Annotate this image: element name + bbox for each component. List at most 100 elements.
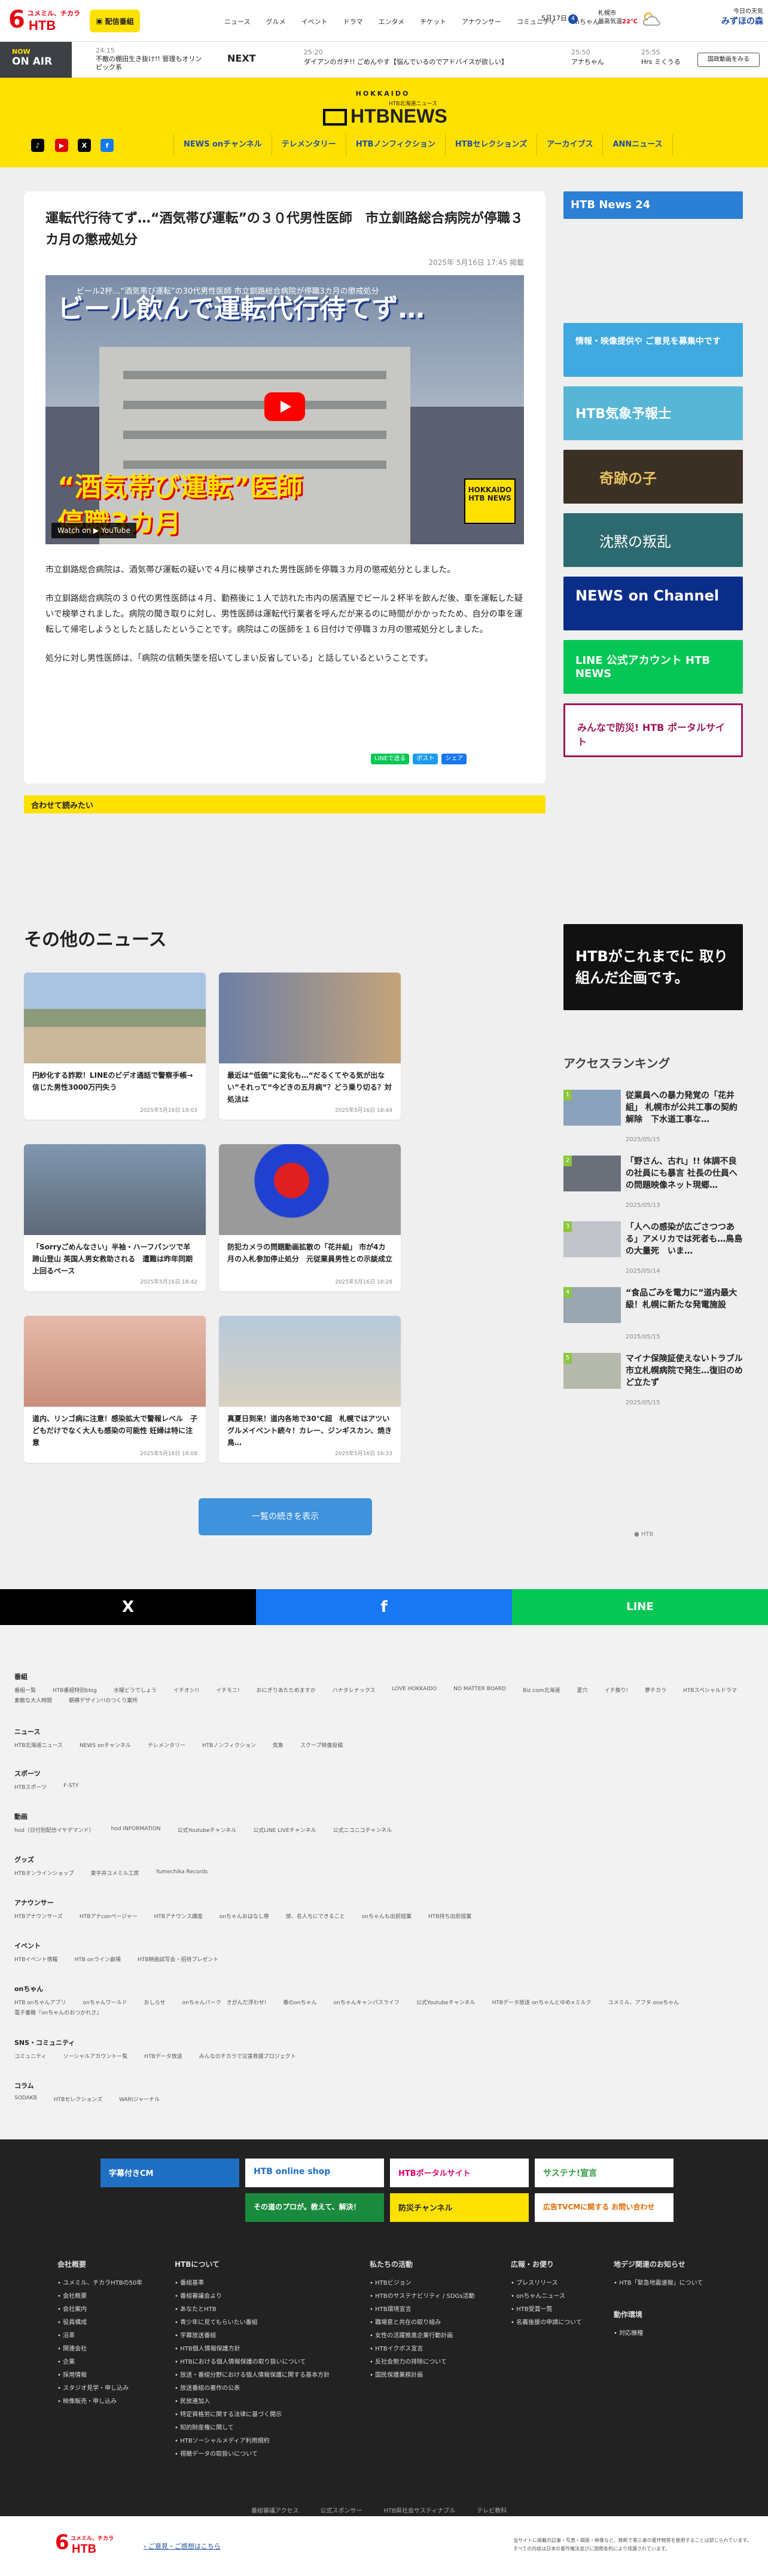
footer-link[interactable]: HTBスポーツ	[14, 1783, 47, 1791]
footer-link[interactable]: 朝横デザイン!!のつくり案所	[69, 1696, 138, 1704]
footer-link[interactable]: みんなのチカラで災害救援プロジェクト	[199, 2052, 296, 2060]
next-program[interactable]: 25:50 アナちゃん	[571, 48, 625, 67]
footer-link[interactable]: NEWS onチャンネル	[80, 1741, 131, 1749]
footer-link[interactable]: ハナタレナックス	[333, 1686, 376, 1694]
footer-link[interactable]: onちゃんおはなし祭	[220, 1912, 269, 1920]
footer-col-link[interactable]: • 役員構成	[57, 2316, 142, 2330]
news-card[interactable]: 「Sorryごめんなさい」半袖・ハーフパンツで羊蹄山登山 英国人男女救助される …	[24, 1144, 206, 1291]
footer-col-link[interactable]: • 職場意と共在の取り組み	[370, 2316, 475, 2330]
footer-link[interactable]: テレメンタリー	[148, 1741, 185, 1749]
footer-col-link[interactable]: • 対応機種	[614, 2327, 643, 2340]
footer-link[interactable]: LOVE HOKKAIDO	[392, 1686, 437, 1694]
footer-link[interactable]: NO MATTER BOARD	[453, 1686, 506, 1694]
facebook-share-button[interactable]: シェア	[441, 754, 467, 764]
footer-link[interactable]: HTBアナウンサーズ	[14, 1912, 63, 1920]
footer-link[interactable]: HTB番組特別blog	[53, 1686, 97, 1694]
nav-selections[interactable]: HTBセレクションズ	[444, 134, 537, 156]
footer-link[interactable]: 夏穴	[577, 1686, 587, 1694]
footer-link[interactable]: HTB持ち出前授業	[428, 1912, 471, 1920]
topnav-item[interactable]: ドラマ	[343, 17, 362, 26]
footer-col-link[interactable]: • 名義後援の申請について	[511, 2316, 582, 2330]
footer-col-link[interactable]: • ユメミル、チカラHTBの50年	[57, 2277, 142, 2290]
footer-col-link[interactable]: • 会社概要	[57, 2290, 142, 2303]
footer-link[interactable]: HTB onライン劇場	[74, 1955, 121, 1963]
topnav-item[interactable]: エンタメ	[378, 17, 404, 26]
footer-link[interactable]: ソーシャルアカウント一覧	[63, 2052, 127, 2060]
footer-col-link[interactable]: • 視聴データの取扱いについて	[175, 2448, 330, 2461]
footer-link[interactable]: Biz.com北海道	[523, 1686, 560, 1694]
footer-col-link[interactable]: • 青少年に見てもらいたい番組	[175, 2316, 330, 2330]
ranking-item[interactable]: 2 「野さん、古れ」!! 体調不良の社員にも暴言 社長の仕員への問題映像ネット現…	[563, 1156, 743, 1215]
newsonchannel-banner[interactable]: NEWS on Channel	[563, 577, 743, 630]
news-card[interactable]: 防犯カメラの問題動画拡散の「花井組」 市が4カ月の入札参加停止処分 元従業員男性…	[219, 1144, 401, 1291]
nav-nonfiction[interactable]: HTBノンフィクション	[345, 134, 445, 156]
footer-link[interactable]: HTBアナconページャー	[80, 1912, 138, 1920]
contact-link[interactable]: › ご意見・ご感想はこちら	[144, 2541, 221, 2551]
footer-link[interactable]: HTB北海道ニュース	[14, 1741, 63, 1749]
footer-link[interactable]: 水曜どうでしょう	[114, 1686, 157, 1694]
footer-link[interactable]: 公式LINE LIVEチャンネル	[253, 1826, 316, 1834]
sponsor-block[interactable]: 今日の天気 みずほの森	[685, 6, 763, 36]
chinmoku-banner[interactable]: 沈黙の叛乱	[563, 513, 743, 567]
next-program[interactable]: 25:20 ダイアンのガチ!! ごめんやす【悩んでいるのでアドバイスが欲しい】	[304, 48, 543, 67]
footer-col-link[interactable]: • HTBイクボス宣言	[370, 2343, 475, 2356]
footer-link[interactable]: ユメミル、アフタ oneちゃん	[608, 1998, 679, 2006]
line-share-button[interactable]: LINEで送る	[371, 754, 410, 764]
footer-link[interactable]: SODAKB	[14, 2095, 37, 2103]
bousai-banner[interactable]: みんなで防災! HTB ポータルサイト	[563, 703, 743, 757]
footer-col-link[interactable]: • スタジオ見学・申し込み	[57, 2382, 142, 2395]
play-icon[interactable]	[264, 392, 305, 421]
footer-link[interactable]: 番組一覧	[14, 1686, 36, 1694]
footer-col-link[interactable]: • HTB個人情報保護方針	[175, 2343, 330, 2356]
footer-col-link[interactable]: • 映像販売・申し込み	[57, 2395, 142, 2409]
htb-footer-logo[interactable]: 6 ユメミル、チカラ HTB	[55, 2531, 133, 2560]
footer-col-link[interactable]: • 企業	[57, 2356, 142, 2369]
news-card[interactable]: 円紗化する詐欺！LINEのビデオ通話で警察手帳→信じた男性3000万円失う 20…	[24, 973, 206, 1120]
footer-link[interactable]: HTBデータ放送	[144, 2052, 182, 2060]
nav-telementary[interactable]: テレメンタリー	[271, 134, 346, 156]
footer-link[interactable]: おにぎりあたためますか	[257, 1686, 316, 1694]
footer-banner[interactable]: HTB online shop	[245, 2159, 384, 2187]
facebook-share-button[interactable]: f	[256, 1589, 512, 1625]
kiseki-banner[interactable]: 奇跡の子	[563, 450, 743, 504]
line-banner[interactable]: LINE 公式アカウント HTB NEWS	[563, 640, 743, 694]
footer-col-link[interactable]: • 女性の活躍推進企業行動計画	[370, 2330, 475, 2343]
footer-link[interactable]: HTBデータ放送 onちゃんとゆめ×ミルク	[492, 1998, 592, 2006]
video-player[interactable]: ビール2杯…“酒気帯び運転”の30代男性医師 市立釧路総合病院が停職3カ月の懲戒…	[45, 275, 524, 544]
footer-link[interactable]: 旅、名人ちにできること	[286, 1912, 345, 1920]
footer-col-link[interactable]: • HTBビジョン	[370, 2277, 475, 2290]
footer-col-link[interactable]: • 国民保護業務計画	[370, 2369, 475, 2382]
nav-archives[interactable]: アーカイブス	[537, 134, 602, 156]
footer-col-link[interactable]: • 関連会社	[57, 2343, 142, 2356]
topnav-item[interactable]: ニュース	[224, 17, 250, 26]
footer-col-link[interactable]: • 放送番組の著作の公表	[175, 2382, 330, 2395]
show-more-button[interactable]: 一覧の続きを表示	[199, 1498, 372, 1535]
footer-col-link[interactable]: • あなたとHTB	[175, 2303, 330, 2316]
footer-link[interactable]: 公式Youtubeチャンネル	[178, 1826, 237, 1834]
footer-link[interactable]: 東平井ユメミル工房	[90, 1869, 139, 1877]
ranking-item[interactable]: 5 マイナ保険証使えないトラブル 市立札幌病院で発生…復旧のめど立たず 2025…	[563, 1353, 751, 1413]
footer-link[interactable]: hod（日付別配信イヤデマンド）	[14, 1826, 95, 1834]
weather-banner[interactable]: HTB気象予報士	[563, 386, 743, 440]
footer-link[interactable]: F-STY	[63, 1783, 78, 1791]
footer-col-link[interactable]: • 知的財産権に関して	[175, 2422, 330, 2435]
ranking-item[interactable]: 3 「人への感染が広ごさつつある」アメリカでは死者も…鳥島の大量死 いま… 20…	[563, 1221, 743, 1281]
nav-ann-news[interactable]: ANNニュース	[602, 134, 673, 156]
footer-link[interactable]: hod INFORMATION	[111, 1826, 161, 1834]
footer-col-link[interactable]: • 反社会勢力の排除について	[370, 2356, 475, 2369]
footer-col-link[interactable]: • HTBのサステナビリティ / SDGs活動	[370, 2290, 475, 2303]
footer-col-link[interactable]: • 会社案内	[57, 2303, 142, 2316]
footer-col-link[interactable]: • HTBにおける個人情報保護の取り扱いについて	[175, 2356, 330, 2369]
footer-col-link[interactable]: • 採用情報	[57, 2369, 142, 2382]
footer-link[interactable]: onちゃんも出前授業	[362, 1912, 412, 1920]
footer-link[interactable]: 夢チカラ	[645, 1686, 666, 1694]
footer-link[interactable]: Yumechika Records	[156, 1869, 208, 1877]
footer-col-link[interactable]: • 特定資格労に関する法律に基づく開示	[175, 2409, 330, 2422]
footer-link[interactable]: WARIジャーナル	[119, 2095, 160, 2103]
footer-link[interactable]: HTB映画試写会・招待プレゼント	[138, 1955, 218, 1963]
live-programs-button[interactable]: ▣ 配信番組	[90, 10, 140, 32]
footer-link[interactable]: onちゃんキャンパスライフ	[334, 1998, 400, 2006]
footer-link[interactable]: コミュニティ	[14, 2052, 46, 2060]
x-post-button[interactable]: ポスト	[413, 754, 438, 764]
footer-bottom-link[interactable]: テレビ教科	[477, 2505, 507, 2514]
